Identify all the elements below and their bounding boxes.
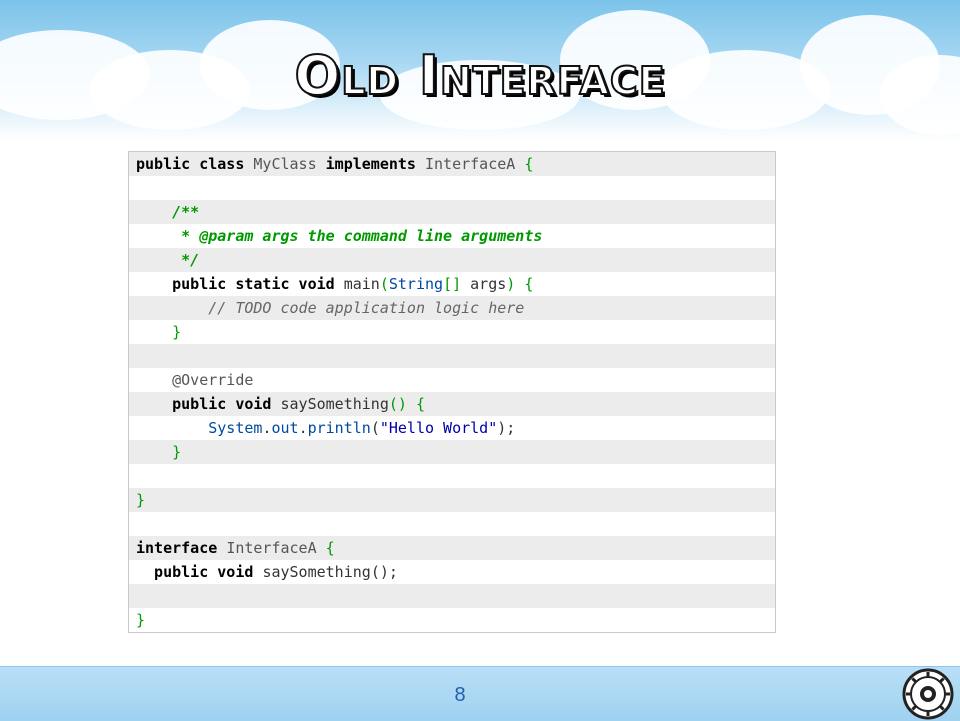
code-token: */ [136, 251, 200, 269]
footer-bar [0, 666, 960, 721]
code-token: MyClass [253, 155, 326, 173]
code-token: () { [388, 395, 425, 413]
code-line: */ [129, 248, 775, 272]
code-token: implements [325, 155, 425, 173]
code-line: /** [129, 200, 775, 224]
code-token: (); [370, 563, 398, 581]
university-seal-icon [902, 668, 954, 720]
code-line: public void saySomething() { [129, 392, 775, 416]
code-token: ) { [506, 275, 534, 293]
code-token: saySomething [280, 395, 389, 413]
code-line: public void saySomething(); [129, 560, 775, 584]
code-token: public void [136, 563, 263, 581]
code-token: ( [379, 275, 389, 293]
code-token: // TODO code application logic here [136, 299, 525, 317]
code-line [129, 176, 775, 200]
code-line: interface InterfaceA { [129, 536, 775, 560]
code-line: } [129, 440, 775, 464]
code-line: * @param args the command line arguments [129, 224, 775, 248]
code-token: } [136, 611, 146, 629]
slide-title: Old Interface [293, 43, 666, 108]
code-token: out [271, 419, 299, 437]
code-token: main [343, 275, 380, 293]
code-token: } [136, 443, 182, 461]
code-token: ); [497, 419, 516, 437]
code-token: public static void [136, 275, 344, 293]
code-line [129, 344, 775, 368]
code-token: ( [370, 419, 380, 437]
code-token: saySomething [262, 563, 371, 581]
code-token: public class [136, 155, 254, 173]
code-line: } [129, 320, 775, 344]
code-token: . [298, 419, 308, 437]
code-line [129, 512, 775, 536]
code-token: String [388, 275, 444, 293]
code-token: } [136, 323, 182, 341]
code-token: public void [136, 395, 281, 413]
code-token: { [524, 155, 534, 173]
code-token: InterfaceA [226, 539, 326, 557]
code-token: * @param args the command line arguments [136, 227, 543, 245]
code-token: InterfaceA [425, 155, 525, 173]
code-token: /** [136, 203, 200, 221]
code-token: interface [136, 539, 227, 557]
code-line: } [129, 608, 775, 632]
code-token: args [470, 275, 507, 293]
code-listing: public class MyClass implements Interfac… [128, 151, 776, 633]
code-token: System [136, 419, 263, 437]
code-line: } [129, 488, 775, 512]
code-line [129, 584, 775, 608]
code-line: System.out.println("Hello World"); [129, 416, 775, 440]
code-line: public static void main(String[] args) { [129, 272, 775, 296]
code-token: [] [443, 275, 471, 293]
page-number: 8 [454, 684, 466, 706]
code-line [129, 464, 775, 488]
code-line: @Override [129, 368, 775, 392]
code-line: // TODO code application logic here [129, 296, 775, 320]
code-line: public class MyClass implements Interfac… [129, 152, 775, 176]
code-token: println [307, 419, 371, 437]
code-token: } [136, 491, 146, 509]
code-token: "Hello World" [379, 419, 498, 437]
code-token: @Override [136, 371, 254, 389]
code-token: { [325, 539, 335, 557]
